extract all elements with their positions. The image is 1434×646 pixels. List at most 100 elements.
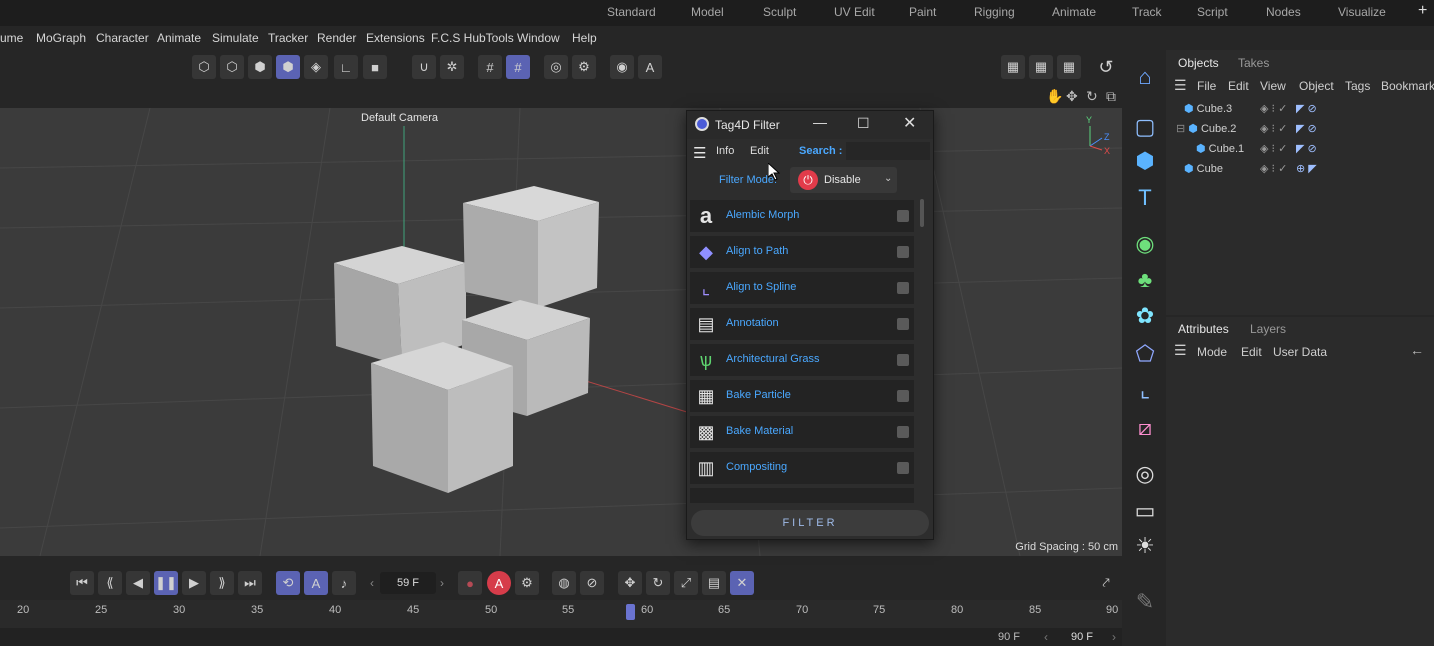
item-checkbox[interactable] [897, 426, 909, 438]
layout-tab-sculpt[interactable]: Sculpt [763, 5, 796, 19]
viewport-icon[interactable]: ◉ [610, 55, 634, 79]
object-row-cube1[interactable]: ⬢ Cube.1 ◈ ⁝ ✓ ◤ ⊘ [1176, 142, 1317, 155]
object-row-cube[interactable]: ⬢ Cube ◈ ⁝ ✓ ⊕ ◤ [1176, 162, 1317, 175]
cube-object-icon[interactable]: ⬢ [1130, 146, 1160, 176]
list-item[interactable]: ѱ Architectural Grass [690, 344, 914, 376]
item-checkbox[interactable] [897, 246, 909, 258]
visibility-icons[interactable]: ◈ ⁝ ✓ [1260, 102, 1287, 115]
list-item[interactable] [690, 488, 914, 503]
layout-tab-paint[interactable]: Paint [909, 5, 936, 19]
rotation-key-icon[interactable]: ↻ [646, 571, 670, 595]
search-input[interactable] [846, 142, 930, 160]
dialog-menu-info[interactable]: Info [716, 145, 734, 157]
menu-simulate[interactable]: Simulate [212, 31, 259, 45]
item-checkbox[interactable] [897, 282, 909, 294]
attributes-menu-user-data[interactable]: User Data [1273, 345, 1327, 359]
current-frame-field[interactable]: 59 F [380, 572, 436, 594]
prev-key-icon[interactable]: ⟪ [98, 571, 122, 595]
hamburger-menu-icon[interactable]: ☰ [1174, 77, 1187, 94]
move-view-icon[interactable]: ✥ [1066, 88, 1078, 105]
keyframe-settings-icon[interactable]: ⚙ [515, 571, 539, 595]
tab-takes[interactable]: Takes [1238, 56, 1269, 70]
rectangle-spline-icon[interactable]: ▢ [1130, 112, 1160, 142]
render-settings-icon[interactable]: ⚙ [572, 55, 596, 79]
end-prev-arrow-icon[interactable]: ‹ [1044, 630, 1048, 644]
tab-layers[interactable]: Layers [1250, 322, 1286, 336]
tab-objects[interactable]: Objects [1178, 56, 1219, 70]
visibility-icons[interactable]: ◈ ⁝ ✓ [1260, 162, 1287, 175]
generator-icon[interactable]: ◉ [1130, 229, 1160, 259]
end-frame-field[interactable]: 90 F [1071, 631, 1093, 643]
environment-icon[interactable]: ◎ [1130, 459, 1160, 489]
layout-tab-uv-edit[interactable]: UV Edit [834, 5, 875, 19]
objects-menu-tags[interactable]: Tags [1345, 79, 1370, 93]
menu-animate[interactable]: Animate [157, 31, 201, 45]
add-layout-icon[interactable]: + [1418, 2, 1427, 20]
layout-tab-standard[interactable]: Standard [607, 5, 656, 19]
menu-render[interactable]: Render [317, 31, 356, 45]
menu-character[interactable]: Character [96, 31, 149, 45]
objects-menu-edit[interactable]: Edit [1228, 79, 1249, 93]
deformer-icon[interactable]: ⬠ [1130, 339, 1160, 369]
objects-menu-bookmarks[interactable]: Bookmarks [1381, 79, 1434, 93]
back-arrow-icon[interactable]: ← [1410, 342, 1424, 358]
layout-tab-rigging[interactable]: Rigging [974, 5, 1015, 19]
prev-frame-icon[interactable]: ◀ [126, 571, 150, 595]
light-icon[interactable]: ☀ [1130, 531, 1160, 561]
mograph-effector-icon[interactable]: ✿ [1130, 301, 1160, 331]
list-item[interactable]: ▩ Bake Material [690, 416, 914, 448]
item-checkbox[interactable] [897, 318, 909, 330]
list-item[interactable]: a Alembic Morph [690, 200, 914, 232]
list-item[interactable]: ⌞ Align to Spline [690, 272, 914, 304]
solo-icon[interactable]: ■ [363, 55, 387, 79]
attributes-menu-edit[interactable]: Edit [1241, 345, 1262, 359]
maximize-icon[interactable]: ☐ [857, 115, 870, 132]
dialog-menu-edit[interactable]: Edit [750, 145, 769, 157]
objects-menu-file[interactable]: File [1197, 79, 1216, 93]
layout-tab-visualize[interactable]: Visualize [1338, 5, 1386, 19]
filter-button[interactable]: FILTER [691, 510, 929, 536]
go-to-start-icon[interactable]: ⏮ [70, 571, 94, 595]
close-icon[interactable]: ✕ [903, 113, 916, 133]
volume-icon[interactable]: ⧄ [1130, 413, 1160, 443]
pla-key-icon[interactable]: ✕ [730, 571, 754, 595]
points-mode-icon[interactable]: ⬡ [192, 55, 216, 79]
field-icon[interactable]: ⌞ [1130, 375, 1160, 405]
text-tool-icon[interactable]: T [1130, 183, 1160, 213]
render-region-icon[interactable]: ◎ [544, 55, 568, 79]
minimize-icon[interactable]: — [813, 114, 827, 130]
cloner-icon[interactable]: ♣ [1130, 265, 1160, 295]
list-item[interactable]: ▦ Bake Particle [690, 380, 914, 412]
end-next-arrow-icon[interactable]: › [1112, 630, 1116, 644]
menu-window[interactable]: Window [517, 31, 560, 45]
item-checkbox[interactable] [897, 354, 909, 366]
axis-mode-icon[interactable]: ∟ [334, 55, 358, 79]
next-frame-icon[interactable]: ▶ [182, 571, 206, 595]
list-item[interactable]: ▤ Annotation [690, 308, 914, 340]
menu-volume[interactable]: ume [0, 31, 23, 45]
tag-icons[interactable]: ⊕ ◤ [1296, 162, 1317, 175]
autokey-record-icon[interactable]: A [487, 571, 511, 595]
parameter-key-icon[interactable]: ▤ [702, 571, 726, 595]
hamburger-menu-icon[interactable]: ☰ [1174, 342, 1187, 359]
grid-snap-icon[interactable]: # [478, 55, 502, 79]
motion-icon[interactable]: ⊘ [580, 571, 604, 595]
dialog-titlebar[interactable]: Tag4D Filter — ☐ ✕ [687, 111, 933, 139]
render-queue-icon[interactable]: ▦ [1057, 55, 1081, 79]
tag-list[interactable]: a Alembic Morph ◆ Align to Path ⌞ Align … [687, 199, 933, 503]
item-checkbox[interactable] [897, 210, 909, 222]
visibility-icons[interactable]: ◈ ⁝ ✓ [1260, 142, 1287, 155]
frame-prev-arrow-icon[interactable]: ‹ [370, 576, 374, 590]
layout-tab-track[interactable]: Track [1132, 5, 1162, 19]
tag-icons[interactable]: ◤ ⊘ [1296, 142, 1317, 155]
record-icon[interactable]: ● [458, 571, 482, 595]
visibility-icons[interactable]: ◈ ⁝ ✓ [1260, 122, 1287, 135]
model-mode-icon[interactable]: ⬢ [276, 55, 300, 79]
item-checkbox[interactable] [897, 462, 909, 474]
audio-scrub-icon[interactable]: A [304, 571, 328, 595]
layout-tab-nodes[interactable]: Nodes [1266, 5, 1301, 19]
render-view-icon[interactable]: ▦ [1001, 55, 1025, 79]
layout-tab-script[interactable]: Script [1197, 5, 1228, 19]
magnet-icon[interactable]: ∪ [412, 55, 436, 79]
loop-icon[interactable]: ⟲ [276, 571, 300, 595]
